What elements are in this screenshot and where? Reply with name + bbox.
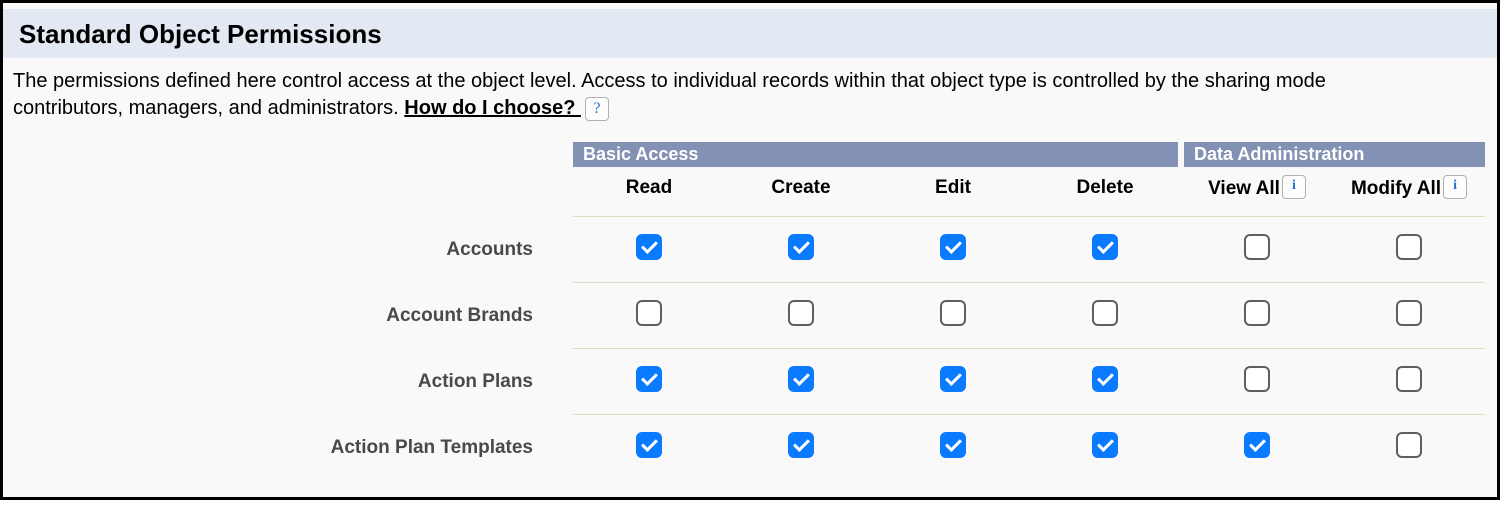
checkbox-modifyall[interactable] bbox=[1396, 234, 1422, 260]
description-text-1: The permissions defined here control acc… bbox=[13, 70, 1326, 92]
description-text-2: contributors, managers, and administrato… bbox=[13, 97, 404, 119]
col-header-viewall: View Alli bbox=[1181, 167, 1333, 217]
checkbox-viewall[interactable] bbox=[1244, 234, 1270, 260]
checkbox-viewall[interactable] bbox=[1244, 300, 1270, 326]
section-description: The permissions defined here control acc… bbox=[3, 58, 1497, 128]
checkbox-delete[interactable] bbox=[1092, 300, 1118, 326]
checkbox-viewall[interactable] bbox=[1244, 366, 1270, 392]
checkbox-edit[interactable] bbox=[940, 366, 966, 392]
checkbox-modifyall[interactable] bbox=[1396, 366, 1422, 392]
col-header-delete: Delete bbox=[1029, 167, 1181, 217]
group-header-admin: Data Administration bbox=[1181, 142, 1485, 167]
section-title: Standard Object Permissions bbox=[19, 19, 1481, 50]
checkbox-create[interactable] bbox=[788, 432, 814, 458]
col-header-viewall-label: View All bbox=[1208, 178, 1280, 199]
info-icon[interactable]: i bbox=[1282, 175, 1306, 199]
permissions-table: Basic Access Data Administration Read Cr… bbox=[13, 142, 1485, 481]
col-header-modifyall-label: Modify All bbox=[1351, 178, 1441, 199]
group-header-row: Basic Access Data Administration bbox=[13, 142, 1485, 167]
checkbox-modifyall[interactable] bbox=[1396, 432, 1422, 458]
checkbox-read[interactable] bbox=[636, 300, 662, 326]
table-row: Action Plan Templates bbox=[13, 415, 1485, 481]
checkbox-delete[interactable] bbox=[1092, 366, 1118, 392]
info-icon[interactable]: i bbox=[1443, 175, 1467, 199]
help-link[interactable]: How do I choose? bbox=[404, 97, 581, 119]
checkbox-create[interactable] bbox=[788, 234, 814, 260]
table-row: Account Brands bbox=[13, 283, 1485, 349]
help-icon[interactable]: ? bbox=[585, 97, 609, 121]
checkbox-edit[interactable] bbox=[940, 432, 966, 458]
col-header-read: Read bbox=[573, 167, 725, 217]
checkbox-read[interactable] bbox=[636, 432, 662, 458]
table-row: Action Plans bbox=[13, 349, 1485, 415]
column-header-row: Read Create Edit Delete View Alli Modify… bbox=[13, 167, 1485, 217]
table-row: Accounts bbox=[13, 217, 1485, 283]
col-header-modifyall: Modify Alli bbox=[1333, 167, 1485, 217]
checkbox-create[interactable] bbox=[788, 300, 814, 326]
checkbox-edit[interactable] bbox=[940, 234, 966, 260]
checkbox-modifyall[interactable] bbox=[1396, 300, 1422, 326]
col-header-edit: Edit bbox=[877, 167, 1029, 217]
col-header-create: Create bbox=[725, 167, 877, 217]
checkbox-read[interactable] bbox=[636, 366, 662, 392]
checkbox-create[interactable] bbox=[788, 366, 814, 392]
checkbox-edit[interactable] bbox=[940, 300, 966, 326]
checkbox-delete[interactable] bbox=[1092, 234, 1118, 260]
group-header-basic: Basic Access bbox=[573, 142, 1181, 167]
checkbox-read[interactable] bbox=[636, 234, 662, 260]
row-label: Accounts bbox=[13, 217, 573, 283]
row-label: Account Brands bbox=[13, 283, 573, 349]
checkbox-viewall[interactable] bbox=[1244, 432, 1270, 458]
row-label: Action Plans bbox=[13, 349, 573, 415]
row-label: Action Plan Templates bbox=[13, 415, 573, 481]
checkbox-delete[interactable] bbox=[1092, 432, 1118, 458]
section-header: Standard Object Permissions bbox=[3, 9, 1497, 58]
